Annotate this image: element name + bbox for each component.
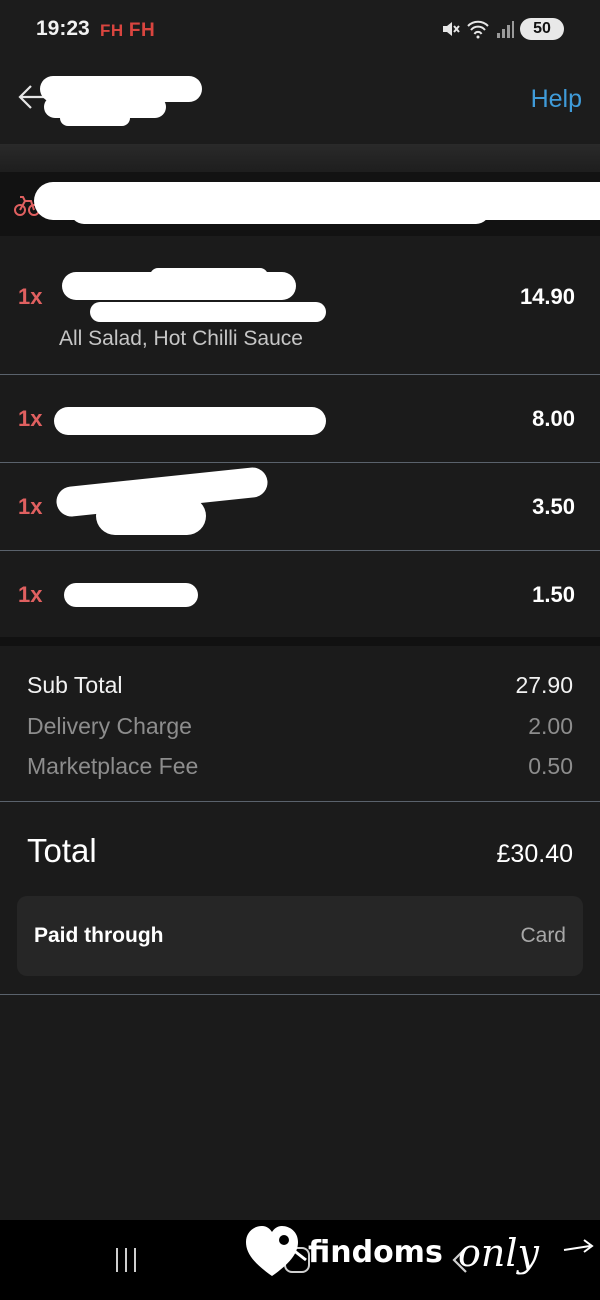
help-link[interactable]: Help [531, 85, 582, 114]
mute-icon [443, 22, 460, 36]
app-header: Help [0, 60, 600, 144]
item-price: 3.50 [532, 494, 575, 519]
subtotal-value: 27.90 [515, 672, 573, 698]
marketplace-fee-label: Marketplace Fee [27, 753, 199, 779]
battery-indicator: 50 [520, 18, 564, 40]
restaurant-info [0, 172, 600, 236]
subtotal-row: Sub Total 27.90 [27, 672, 573, 699]
flag-fh-1: FH [100, 21, 124, 40]
total-value: £30.40 [496, 840, 573, 868]
list-item: 1x 1.50 [0, 551, 600, 637]
list-item: 1x 8.00 [0, 375, 600, 463]
grand-total-row: Total £30.40 [27, 832, 573, 870]
recents-icon[interactable] [116, 1248, 136, 1272]
watermark-logo: findoms only [244, 1220, 600, 1290]
wifi-icon [467, 20, 489, 39]
item-quantity: 1x [18, 284, 43, 309]
item-quantity: 1x [18, 494, 43, 519]
list-item: 1x 3.50 [0, 463, 600, 551]
delivery-row: Delivery Charge 2.00 [27, 713, 573, 740]
delivery-label: Delivery Charge [27, 713, 192, 739]
totals-section: Sub Total 27.90 Delivery Charge 2.00 Mar… [0, 646, 600, 802]
payment-label: Paid through [34, 924, 164, 947]
total-label: Total [27, 832, 97, 869]
order-items: 1x 14.90 All Salad, Hot Chilli Sauce 1x … [0, 236, 600, 637]
heart-tag-icon [246, 1226, 307, 1276]
status-notification-flags: FH FH [100, 20, 155, 42]
watermark-brand-script: only [458, 1231, 540, 1275]
marketplace-fee-row: Marketplace Fee 0.50 [27, 753, 573, 780]
payment-method-card: Paid through Card [17, 896, 583, 976]
item-price: 1.50 [532, 582, 575, 607]
delivery-value: 2.00 [528, 713, 573, 739]
item-quantity: 1x [18, 582, 43, 607]
signal-icon [497, 21, 514, 38]
item-price: 8.00 [532, 406, 575, 431]
status-bar: 19:23 FH FH 50 [0, 0, 600, 60]
item-price: 14.90 [519, 284, 575, 309]
flag-fh-2: FH [128, 20, 156, 41]
item-modifiers: All Salad, Hot Chilli Sauce [59, 327, 303, 350]
status-time: 19:23 [36, 17, 90, 40]
watermark-brand-bold: findoms [308, 1235, 443, 1270]
subtotal-label: Sub Total [27, 672, 123, 698]
marketplace-fee-value: 0.50 [528, 753, 573, 779]
list-item: 1x 14.90 All Salad, Hot Chilli Sauce [0, 236, 600, 375]
item-quantity: 1x [18, 406, 43, 431]
payment-value: Card [520, 924, 566, 947]
divider [0, 994, 600, 995]
status-icons: 50 [440, 16, 564, 42]
section-gap [0, 637, 600, 646]
header-shadow [0, 144, 600, 172]
